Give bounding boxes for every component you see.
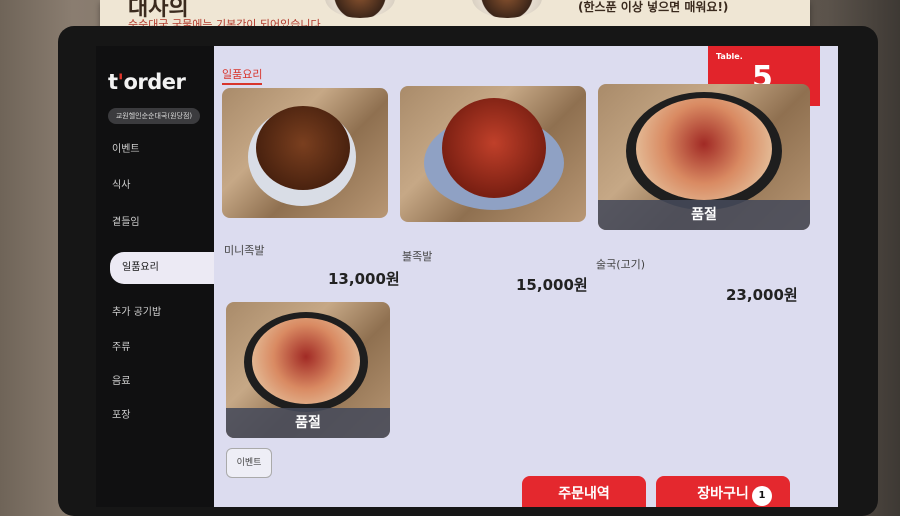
sidebar-item-alcohol[interactable]: 주류 bbox=[96, 332, 214, 364]
sidebar-item-special-dish[interactable]: 일품요리 bbox=[110, 252, 214, 284]
torder-logo: t'order bbox=[108, 70, 186, 94]
menu-item-soldout[interactable]: 품절 bbox=[226, 302, 390, 438]
menu-item-bul-jokbal[interactable] bbox=[400, 86, 586, 222]
category-title: 일품요리 bbox=[222, 66, 263, 85]
cart-count-badge: 1 bbox=[752, 486, 772, 506]
food-photo bbox=[442, 98, 546, 198]
sidebar-item-meal[interactable]: 식사 bbox=[96, 170, 214, 202]
food-photo bbox=[256, 106, 350, 190]
table-label: Table. bbox=[716, 52, 743, 61]
menu-item-sulguk[interactable]: 품절 bbox=[598, 84, 810, 230]
menu-item-price: 23,000원 bbox=[726, 286, 798, 304]
food-photo bbox=[636, 98, 772, 200]
soldout-label: 품절 bbox=[226, 408, 390, 438]
event-button[interactable]: 이벤트 bbox=[226, 448, 272, 478]
menu-item-mini-jokbal[interactable] bbox=[222, 88, 388, 218]
food-photo bbox=[252, 318, 360, 404]
menu-item-name: 미니족발 bbox=[224, 244, 265, 257]
order-history-button[interactable]: 주문내역 bbox=[522, 476, 646, 507]
sign-food-photo bbox=[325, 0, 395, 18]
menu-item-name: 불족발 bbox=[402, 250, 433, 263]
sidebar-item-takeout[interactable]: 포장 bbox=[96, 400, 214, 432]
menu-item-price: 13,000원 bbox=[328, 270, 400, 288]
sign-food-photo bbox=[472, 0, 542, 18]
sidebar: t'order 교원헬인순순대국(원당점) 이벤트 식사 곁들임 일품요리 추가… bbox=[96, 46, 214, 507]
soldout-label: 품절 bbox=[598, 200, 810, 230]
sidebar-item-event[interactable]: 이벤트 bbox=[96, 134, 214, 166]
sidebar-item-side[interactable]: 곁들임 bbox=[96, 207, 214, 239]
sign-note-right: (한스푼 이상 넣으면 매워요!) bbox=[578, 0, 729, 14]
sidebar-item-drinks[interactable]: 음료 bbox=[96, 366, 214, 398]
menu-item-name: 술국(고기) bbox=[596, 258, 646, 271]
sidebar-item-extra-rice[interactable]: 추가 공기밥 bbox=[96, 297, 214, 329]
store-name-badge: 교원헬인순순대국(원당점) bbox=[108, 108, 200, 124]
tablet-screen: t'order 교원헬인순순대국(원당점) 이벤트 식사 곁들임 일품요리 추가… bbox=[96, 46, 838, 507]
menu-item-price: 15,000원 bbox=[516, 276, 588, 294]
menu-area: 일품요리 Table. 5 미니족발 13,000원 불족발 15,000원 품… bbox=[214, 46, 838, 507]
